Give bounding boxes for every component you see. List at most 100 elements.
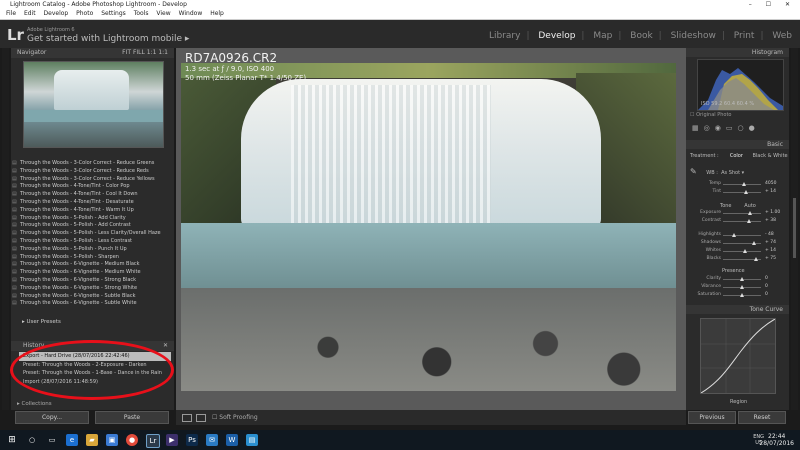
menu-edit[interactable]: Edit xyxy=(24,10,36,17)
red-eye-icon[interactable]: ◉ xyxy=(715,124,726,132)
treatment-bw-option[interactable]: Black & White xyxy=(752,153,787,159)
slider-knob[interactable] xyxy=(747,211,752,215)
menu-view[interactable]: View xyxy=(156,10,170,17)
module-map[interactable]: Map xyxy=(593,31,612,41)
slider-knob[interactable] xyxy=(754,257,759,261)
menu-develop[interactable]: Develop xyxy=(44,10,69,17)
slider-knob[interactable] xyxy=(746,219,751,223)
module-book[interactable]: Book xyxy=(630,31,652,41)
slider-knob[interactable] xyxy=(743,249,748,253)
preset-item[interactable]: ▤ Through the Woods - 5-Polish - Less Con… xyxy=(12,238,161,246)
module-develop[interactable]: Develop xyxy=(538,31,575,41)
reset-button[interactable]: Reset xyxy=(738,411,786,424)
menu-settings[interactable]: Settings xyxy=(101,10,126,17)
tone-curve-header[interactable]: Tone Curve xyxy=(686,305,789,314)
lightroom-taskbar-icon[interactable]: Lr xyxy=(146,434,160,448)
preset-item[interactable]: ▤ Through the Woods - 4-Tone/Tint - Color… xyxy=(12,183,161,191)
menu-photo[interactable]: Photo xyxy=(76,10,93,17)
adjustment-slider[interactable] xyxy=(723,182,761,186)
module-library[interactable]: Library xyxy=(489,31,520,41)
menu-window[interactable]: Window xyxy=(179,10,203,17)
slider-knob[interactable] xyxy=(743,190,748,194)
menu-tools[interactable]: Tools xyxy=(134,10,149,17)
module-slideshow[interactable]: Slideshow xyxy=(671,31,716,41)
preset-item[interactable]: ▤ Through the Woods - 3-Color Correct - R… xyxy=(12,168,161,176)
photoshop-icon[interactable]: Ps xyxy=(186,434,198,446)
adjustment-slider[interactable] xyxy=(723,190,761,194)
spot-removal-icon[interactable]: ◎ xyxy=(704,124,715,132)
preset-item[interactable]: ▤ Through the Woods - 3-Color Correct - R… xyxy=(12,176,161,184)
preset-item[interactable]: ▤ Through the Woods - 4-Tone/Tint - Warm … xyxy=(12,207,161,215)
mobile-promo-link[interactable]: Get started with Lightroom mobile ▸ xyxy=(27,34,189,44)
menu-help[interactable]: Help xyxy=(210,10,224,17)
copy-button[interactable]: Copy... xyxy=(15,411,89,424)
menu-file[interactable]: File xyxy=(6,10,16,17)
tone-curve-graph[interactable] xyxy=(700,318,776,394)
adjustment-slider[interactable] xyxy=(723,277,761,281)
loupe-view-icon[interactable] xyxy=(182,414,192,422)
treatment-color-option[interactable]: Color xyxy=(730,153,743,159)
search-icon[interactable]: ○ xyxy=(26,434,38,446)
slider-value[interactable]: + 14 xyxy=(765,248,776,253)
paste-button[interactable]: Paste xyxy=(95,411,169,424)
preset-item[interactable]: ▤ Through the Woods - 6-Vignette - Strong… xyxy=(12,285,161,293)
slider-knob[interactable] xyxy=(740,285,744,289)
system-clock[interactable]: 22:44 28/07/2016 xyxy=(759,433,794,447)
adjustment-slider[interactable] xyxy=(723,285,761,289)
preset-item[interactable]: ▤ Through the Woods - 5-Polish - Add Clar… xyxy=(12,215,161,223)
crop-tool-icon[interactable]: ▦ xyxy=(692,124,704,132)
app-icon[interactable]: ▤ xyxy=(246,434,258,446)
wb-eyedropper-icon[interactable]: ✎ xyxy=(690,167,697,176)
slider-value[interactable]: + 75 xyxy=(765,256,776,261)
module-web[interactable]: Web xyxy=(772,31,792,41)
adjustment-slider[interactable] xyxy=(723,293,761,297)
slider-value[interactable]: + 38 xyxy=(765,218,776,223)
preset-item[interactable]: ▤ Through the Woods - 6-Vignette - Medium… xyxy=(12,269,161,277)
slider-value[interactable]: 0 xyxy=(765,292,768,297)
task-view-icon[interactable]: ▭ xyxy=(46,434,58,446)
preset-item[interactable]: ▤ Through the Woods - 3-Color Correct - R… xyxy=(12,160,161,168)
adjustment-slider[interactable] xyxy=(723,257,761,261)
windows-start-icon[interactable]: ⊞ xyxy=(6,434,18,446)
preset-item[interactable]: ▤ Through the Woods - 4-Tone/Tint - Desat… xyxy=(12,199,161,207)
slider-value[interactable]: + 1.00 xyxy=(765,210,780,215)
left-scrollbar[interactable] xyxy=(2,48,9,410)
preset-item[interactable]: ▤ Through the Woods - 5-Polish - Sharpen xyxy=(12,254,161,262)
file-explorer-icon[interactable]: ▰ xyxy=(86,434,98,446)
waterfall-photo[interactable] xyxy=(181,63,676,391)
store-icon[interactable]: ▣ xyxy=(106,434,118,446)
preset-item[interactable]: ▤ Through the Woods - 5-Polish - Add Cont… xyxy=(12,222,161,230)
before-after-icon[interactable] xyxy=(196,414,206,422)
mail-icon[interactable]: ✉ xyxy=(206,434,218,446)
slider-value[interactable]: + 14 xyxy=(765,189,776,194)
basic-header[interactable]: Basic xyxy=(686,140,789,149)
word-icon[interactable]: W xyxy=(226,434,238,446)
preset-item[interactable]: ▤ Through the Woods - 6-Vignette - Subtle… xyxy=(12,293,161,301)
adjustment-slider[interactable] xyxy=(723,233,761,237)
navigator-zoom-options[interactable]: FIT FILL 1:1 1:1 xyxy=(122,48,168,58)
slider-value[interactable]: 0 xyxy=(765,284,768,289)
slider-value[interactable]: + 74 xyxy=(765,240,776,245)
graduated-filter-icon[interactable]: ▭ xyxy=(726,124,738,132)
slider-knob[interactable] xyxy=(752,241,757,245)
slider-value[interactable]: 0 xyxy=(765,276,768,281)
slider-knob[interactable] xyxy=(741,182,746,186)
slider-value[interactable]: - 48 xyxy=(765,232,774,237)
window-controls[interactable]: – ☐ ✕ xyxy=(749,0,796,9)
premiere-icon[interactable]: ▶ xyxy=(166,434,178,446)
slider-knob[interactable] xyxy=(740,277,744,281)
radial-filter-icon[interactable]: ○ xyxy=(737,124,748,132)
slider-knob[interactable] xyxy=(732,233,737,237)
navigator-thumbnail[interactable] xyxy=(23,61,164,148)
preset-item[interactable]: ▤ Through the Woods - 4-Tone/Tint - Cool … xyxy=(12,191,161,199)
adjustment-slider[interactable] xyxy=(723,249,761,253)
wb-dropdown[interactable]: As Shot ▾ xyxy=(721,170,744,176)
auto-tone-button[interactable]: Auto xyxy=(744,203,756,209)
navigator-header[interactable]: Navigator FIT FILL 1:1 1:1 xyxy=(11,48,174,58)
original-photo-checkbox[interactable]: ☐ Original Photo xyxy=(690,112,732,118)
right-scrollbar[interactable] xyxy=(791,48,798,410)
module-print[interactable]: Print xyxy=(734,31,755,41)
preset-item[interactable]: ▤ Through the Woods - 6-Vignette - Medium… xyxy=(12,261,161,269)
soft-proofing-checkbox[interactable]: ☐ Soft Proofing xyxy=(212,410,258,425)
preset-item[interactable]: ▤ Through the Woods - 5-Polish - Less Cla… xyxy=(12,230,161,238)
